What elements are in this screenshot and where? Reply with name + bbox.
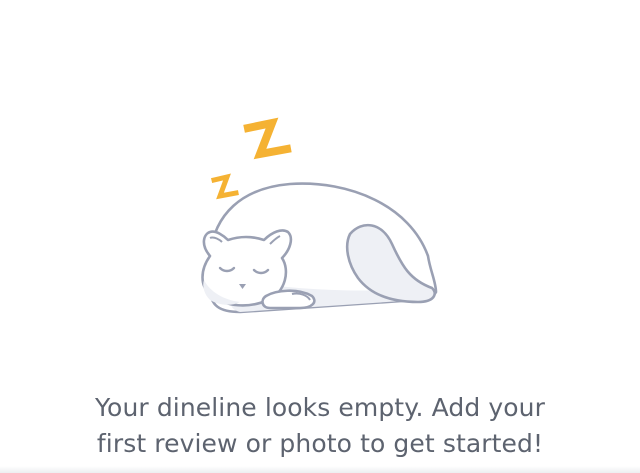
empty-state-message: Your dineline looks empty. Add your firs… [0, 390, 640, 462]
empty-state-message-line-1: Your dineline looks empty. Add your [95, 393, 545, 422]
sleeping-cat-icon [180, 110, 450, 320]
empty-state: Your dineline looks empty. Add your firs… [0, 0, 640, 473]
bottom-divider [0, 466, 640, 473]
empty-state-message-line-2: first review or photo to get started! [96, 429, 544, 458]
